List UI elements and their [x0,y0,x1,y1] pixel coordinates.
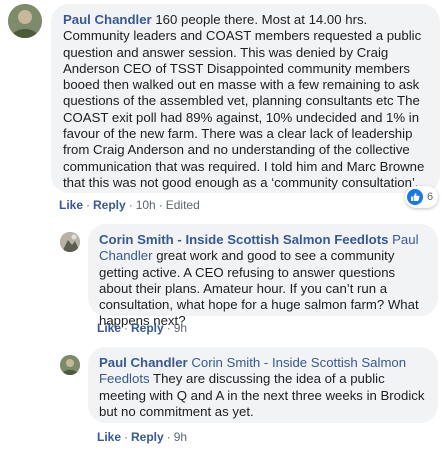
reactions-badge[interactable]: 6 [405,186,439,208]
comment-text: 160 people there. Most at 14.00 hrs. Com… [63,12,425,190]
like-link[interactable]: Like [97,430,121,444]
profile-photo-icon [60,355,80,375]
edited-label[interactable]: Edited [166,198,200,212]
reply-link[interactable]: Reply [131,430,164,444]
avatar[interactable] [8,4,42,38]
timestamp[interactable]: 10h [136,198,156,212]
reply-link[interactable]: Reply [131,321,164,335]
reply-bubble: Corin Smith - Inside Scottish Salmon Fee… [88,224,438,328]
timestamp[interactable]: 9h [174,321,187,335]
like-link[interactable]: Like [97,321,121,335]
profile-photo-icon [8,4,42,38]
comment-author[interactable]: Paul Chandler [99,355,188,370]
reply-bubble: Paul Chandler Corin Smith - Inside Scott… [88,347,438,423]
like-link[interactable]: Like [59,198,83,212]
comment-author[interactable]: Corin Smith - Inside Scottish Salmon Fee… [99,232,388,247]
like-reaction-icon [407,189,423,205]
comment-author[interactable]: Paul Chandler [63,12,152,27]
profile-photo-icon [60,232,80,252]
reaction-count: 6 [427,191,434,203]
comment-actions: Like · Reply · 9h [97,430,188,444]
avatar[interactable] [60,355,80,375]
reply-link[interactable]: Reply [93,198,126,212]
comment-actions: Like · Reply · 10h · Edited [59,198,200,212]
comment-actions: Like · Reply · 9h [97,321,188,335]
comment-bubble: Paul Chandler 160 people there. Most at … [51,4,440,193]
timestamp[interactable]: 9h [174,430,187,444]
avatar[interactable] [60,232,80,252]
